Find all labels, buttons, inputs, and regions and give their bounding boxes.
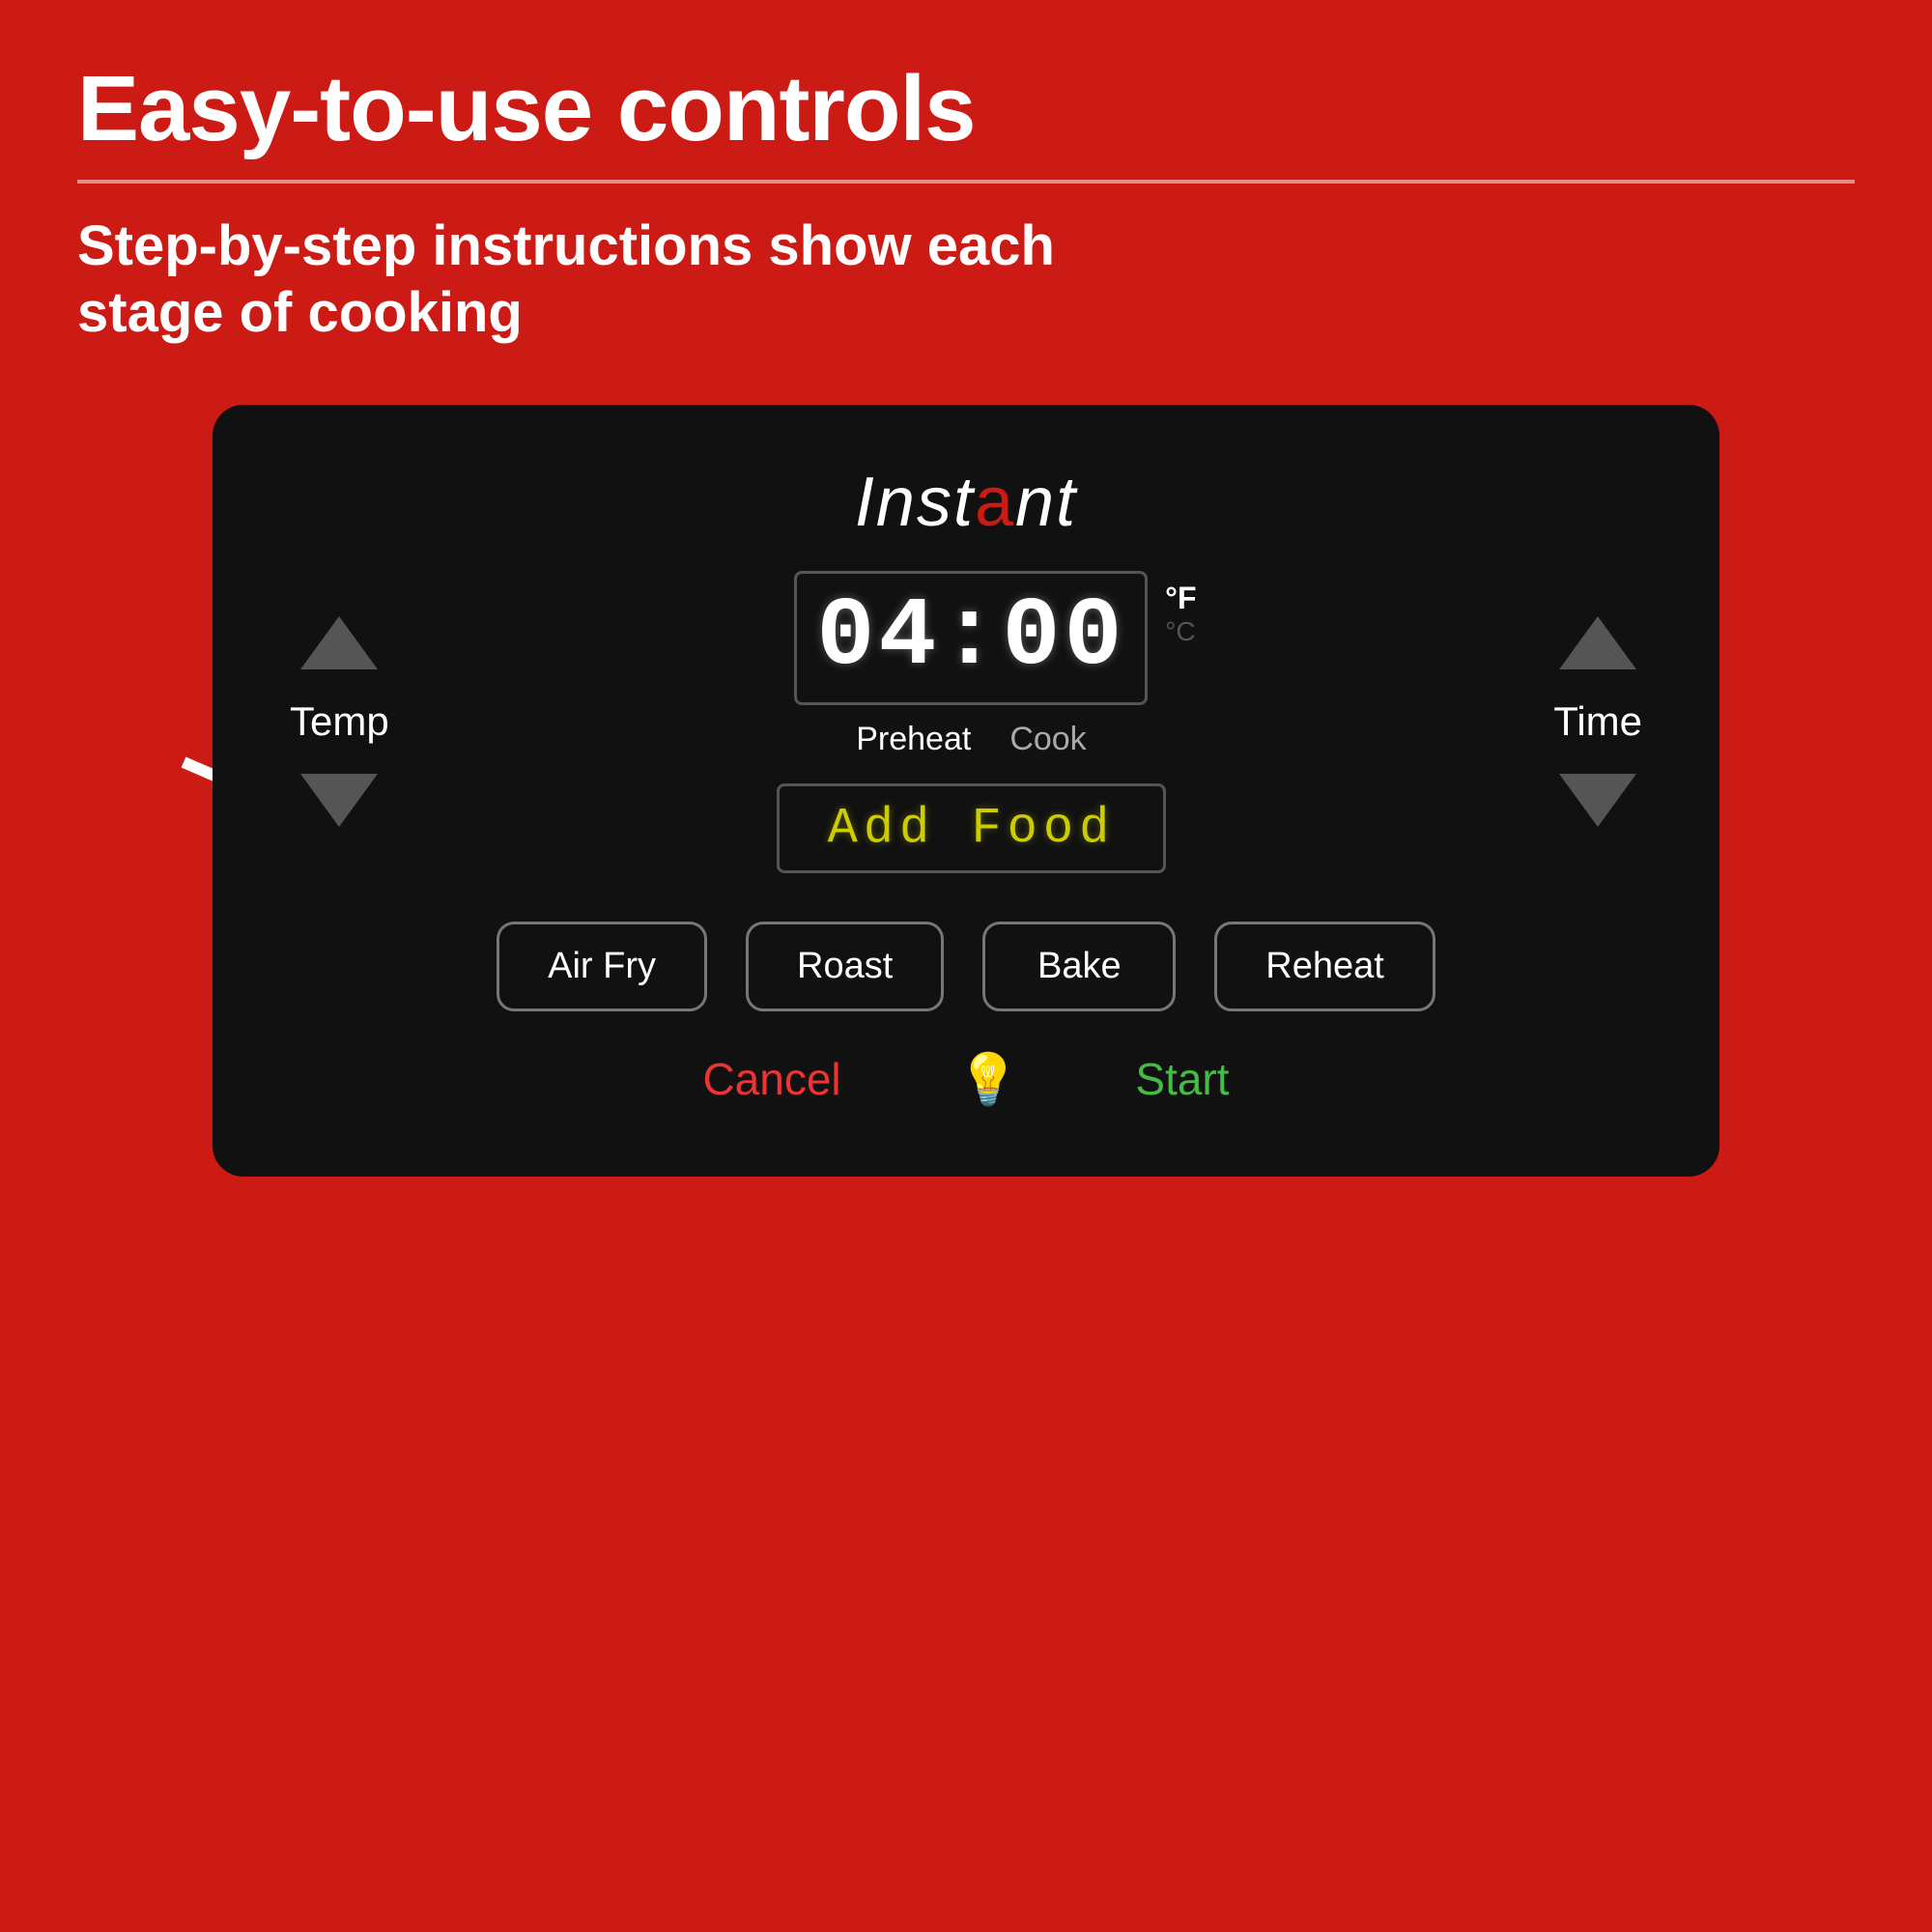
- time-control: Time: [1553, 616, 1642, 827]
- temp-control: Temp: [290, 616, 389, 827]
- roast-button[interactable]: Roast: [746, 922, 944, 1011]
- brand-logo: Instant: [290, 463, 1642, 542]
- controls-row: Temp 04:00 °F °C Preheat: [290, 571, 1642, 873]
- brand-logo-text: Instant: [855, 464, 1077, 541]
- temp-label: Temp: [290, 698, 389, 745]
- digital-time: 04:00: [794, 571, 1148, 705]
- temp-unit-container: °F °C: [1165, 581, 1196, 647]
- preheat-label: Preheat: [856, 721, 971, 758]
- logo-dot: a: [975, 464, 1015, 541]
- time-up-button[interactable]: [1559, 616, 1636, 669]
- time-up-arrow-icon: [1559, 616, 1636, 669]
- mode-buttons-row: Air Fry Roast Bake Reheat: [290, 922, 1642, 1011]
- time-down-arrow-icon: [1559, 774, 1636, 827]
- page-wrapper: Easy-to-use controls Step-by-step instru…: [0, 0, 1932, 1932]
- main-title: Easy-to-use controls: [77, 58, 1855, 160]
- temp-unit-c: °C: [1165, 616, 1196, 647]
- bake-button[interactable]: Bake: [982, 922, 1176, 1011]
- cancel-button[interactable]: Cancel: [702, 1053, 840, 1105]
- temp-down-button[interactable]: [300, 774, 378, 827]
- air-fry-button[interactable]: Air Fry: [497, 922, 707, 1011]
- add-food-text: Add Food: [828, 800, 1116, 857]
- temp-up-button[interactable]: [300, 616, 378, 669]
- divider: [77, 180, 1855, 184]
- add-food-display: Add Food: [777, 783, 1167, 873]
- bottom-controls-row: Cancel 💡 Start: [290, 1050, 1642, 1109]
- timer-display: 04:00 °F °C: [794, 571, 1148, 705]
- cook-label: Cook: [1009, 721, 1086, 758]
- cook-stage-row: Preheat Cook: [856, 721, 1086, 758]
- temp-unit-f: °F: [1165, 581, 1196, 616]
- control-panel-wrapper: Instant Temp 04:00: [77, 405, 1855, 1177]
- time-label: Time: [1553, 698, 1642, 745]
- light-icon[interactable]: 💡: [957, 1050, 1020, 1109]
- temp-down-arrow-icon: [300, 774, 378, 827]
- temp-up-arrow-icon: [300, 616, 378, 669]
- subtitle: Step-by-step instructions show each stag…: [77, 213, 1140, 347]
- display-section: 04:00 °F °C Preheat Cook Add Food: [777, 571, 1167, 873]
- control-panel: Instant Temp 04:00: [213, 405, 1719, 1177]
- start-button[interactable]: Start: [1135, 1053, 1229, 1105]
- reheat-button[interactable]: Reheat: [1214, 922, 1435, 1011]
- time-down-button[interactable]: [1559, 774, 1636, 827]
